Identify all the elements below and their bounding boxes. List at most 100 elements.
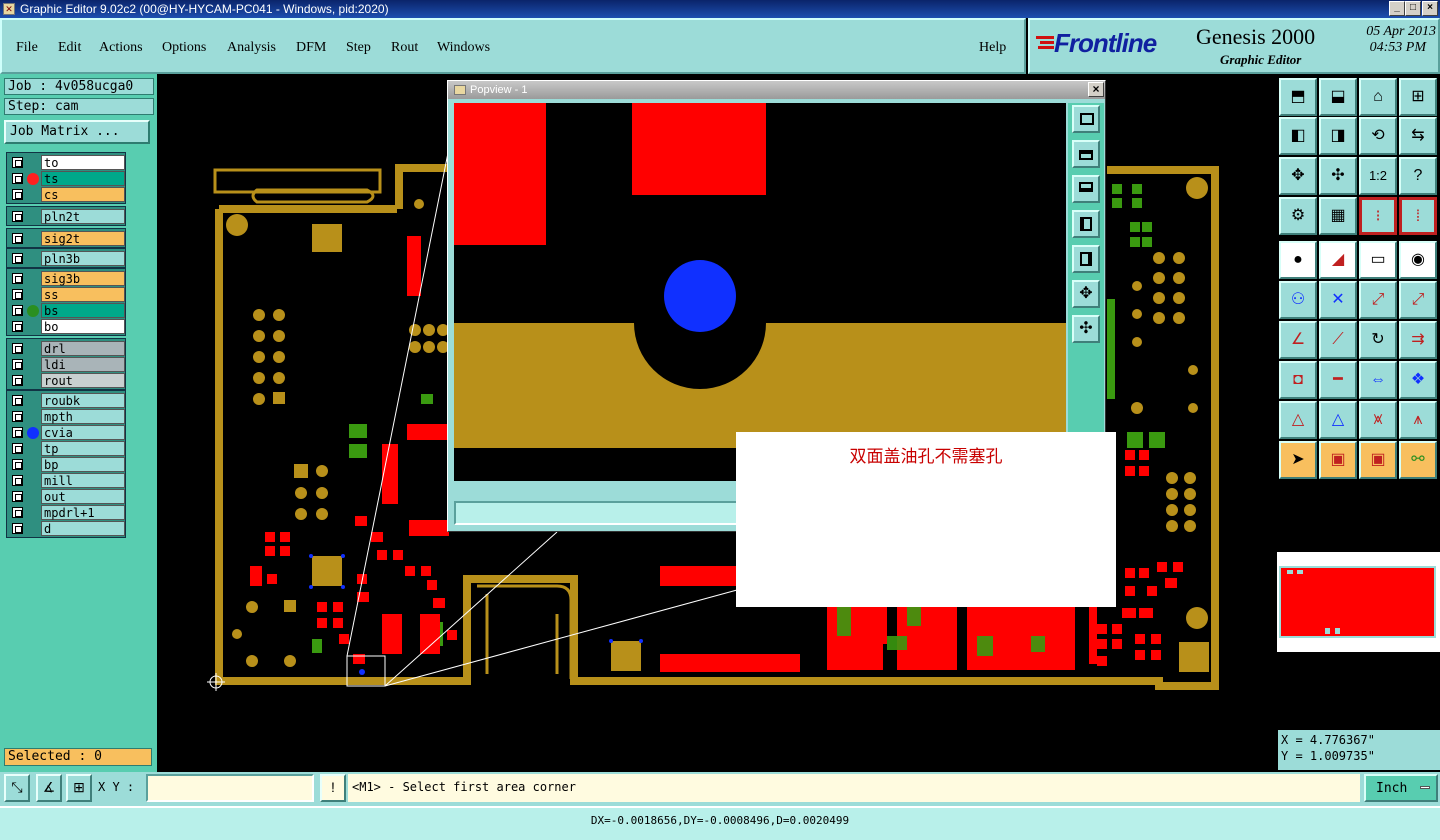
zoom-ratio-icon[interactable]: 1:2 xyxy=(1359,157,1397,195)
layer-row-rout[interactable]: rout xyxy=(7,373,127,389)
home-icon[interactable]: ⌂ xyxy=(1359,78,1397,116)
layer-name[interactable]: mill xyxy=(41,473,125,488)
minimize-button[interactable]: _ xyxy=(1389,1,1405,16)
redraw-icon[interactable]: ⟲ xyxy=(1359,117,1397,155)
group-icon[interactable]: ❖ xyxy=(1399,361,1437,399)
layer-row-mpth[interactable]: mpth xyxy=(7,409,127,425)
select-area-icon[interactable]: ◉ xyxy=(1399,241,1437,279)
pointer-icon[interactable]: ➤ xyxy=(1279,441,1317,479)
layer-row-pln3b[interactable]: pln3b xyxy=(7,251,127,267)
layer-row-ss[interactable]: ss xyxy=(7,287,127,303)
grid-icon[interactable]: ▦ xyxy=(1319,197,1357,235)
layer-checkbox[interactable] xyxy=(12,343,23,354)
layer-row-bo[interactable]: bo xyxy=(7,319,127,335)
job-matrix-button[interactable]: Job Matrix ... xyxy=(4,120,150,144)
grid-snap-icon[interactable]: ⊞ xyxy=(66,774,92,802)
popview-fit-icon[interactable]: ✥ xyxy=(1072,280,1100,308)
popview-pan-left-icon[interactable] xyxy=(1072,210,1100,238)
line-split-icon[interactable]: ━ xyxy=(1319,361,1357,399)
alert-icon[interactable]: ! xyxy=(320,774,346,802)
pan-right-icon[interactable]: ◨ xyxy=(1319,117,1357,155)
layer-checkbox[interactable] xyxy=(12,157,23,168)
layer-row-cvia[interactable]: cvia xyxy=(7,425,127,441)
layer-checkbox[interactable] xyxy=(12,411,23,422)
layer-name[interactable]: ss xyxy=(41,287,125,302)
layer-row-sig2t[interactable]: sig2t xyxy=(7,231,127,247)
layer-row-d[interactable]: d xyxy=(7,521,127,537)
menu-windows[interactable]: Windows xyxy=(437,40,490,56)
popview-pan-down-icon[interactable] xyxy=(1072,175,1100,203)
pointer-select-icon[interactable]: ▣ xyxy=(1359,441,1397,479)
slope-icon[interactable]: ⟋ xyxy=(1319,321,1357,359)
layer-checkbox[interactable] xyxy=(12,507,23,518)
swap-icon[interactable]: ⇆ xyxy=(1399,117,1437,155)
layer-checkbox[interactable] xyxy=(12,475,23,486)
layer-name[interactable]: drl xyxy=(41,341,125,356)
layer-row-ldi[interactable]: ldi xyxy=(7,357,127,373)
layer-name[interactable]: roubk xyxy=(41,393,125,408)
layer-checkbox[interactable] xyxy=(12,359,23,370)
popview-pan-right-icon[interactable] xyxy=(1072,245,1100,273)
layer-checkbox[interactable] xyxy=(12,211,23,222)
layer-row-out[interactable]: out xyxy=(7,489,127,505)
menu-rout[interactable]: Rout xyxy=(391,40,418,56)
angle-icon[interactable]: ∠ xyxy=(1279,321,1317,359)
triangle-alt-icon[interactable]: △ xyxy=(1319,401,1357,439)
minimap[interactable] xyxy=(1277,552,1440,652)
layer-checkbox[interactable] xyxy=(12,273,23,284)
popview-title-bar[interactable]: Popview - 1 × xyxy=(448,81,1105,99)
layer-name[interactable]: bo xyxy=(41,319,125,334)
layer-name[interactable]: pln2t xyxy=(41,209,125,224)
menu-step[interactable]: Step xyxy=(346,40,371,56)
layer-checkbox[interactable] xyxy=(12,443,23,454)
layer-checkbox[interactable] xyxy=(12,427,23,438)
menu-analysis[interactable]: Analysis xyxy=(227,40,276,56)
layer-name[interactable]: to xyxy=(41,155,125,170)
help-icon[interactable]: ? xyxy=(1399,157,1437,195)
layer-row-mill[interactable]: mill xyxy=(7,473,127,489)
layer-checkbox[interactable] xyxy=(12,305,23,316)
snap-alt-icon[interactable]: ⁞ xyxy=(1399,197,1437,235)
pointer-net-icon[interactable]: ⚯ xyxy=(1399,441,1437,479)
zoom-center-icon[interactable]: ✣ xyxy=(1319,157,1357,195)
layer-checkbox[interactable] xyxy=(12,523,23,534)
xy-input[interactable] xyxy=(146,774,314,802)
layer-name[interactable]: mpth xyxy=(41,409,125,424)
layer-checkbox[interactable] xyxy=(12,289,23,300)
zoom-fit-icon[interactable]: ✥ xyxy=(1279,157,1317,195)
layer-row-ts[interactable]: ts xyxy=(7,171,127,187)
triangle-icon[interactable]: △ xyxy=(1279,401,1317,439)
layer-name[interactable]: ts xyxy=(41,171,125,186)
layer-row-bs[interactable]: bs xyxy=(7,303,127,319)
arch-alt-icon[interactable]: ⩚ xyxy=(1399,401,1437,439)
delete-icon[interactable]: ✕ xyxy=(1319,281,1357,319)
maximize-button[interactable]: □ xyxy=(1405,1,1421,16)
layer-checkbox[interactable] xyxy=(12,459,23,470)
layer-row-sig3b[interactable]: sig3b xyxy=(7,271,127,287)
popview-zoom-canvas[interactable] xyxy=(454,103,1066,481)
layer-name[interactable]: cvia xyxy=(41,425,125,440)
popview-pan-up-icon[interactable] xyxy=(1072,140,1100,168)
add-line-icon[interactable]: ◢ xyxy=(1319,241,1357,279)
layer-row-cs[interactable]: cs xyxy=(7,187,127,203)
popview-home-icon[interactable]: ✣ xyxy=(1072,315,1100,343)
close-button[interactable]: × xyxy=(1422,1,1438,16)
popview-zoom-in-icon[interactable] xyxy=(1072,105,1100,133)
snap-icon[interactable]: ⁝ xyxy=(1359,197,1397,235)
mirror-icon[interactable]: ⇉ xyxy=(1399,321,1437,359)
zoom-bottom-icon[interactable]: ⬓ xyxy=(1319,78,1357,116)
layer-name[interactable]: cs xyxy=(41,187,125,202)
rotate-icon[interactable]: ↻ xyxy=(1359,321,1397,359)
units-select[interactable]: Inch xyxy=(1364,774,1438,802)
resize-icon[interactable]: ⤢ xyxy=(1399,281,1437,319)
layer-checkbox[interactable] xyxy=(12,321,23,332)
layer-row-drl[interactable]: drl xyxy=(7,341,127,357)
copy-icon[interactable]: ⤢ xyxy=(1359,281,1397,319)
layer-name[interactable]: mpdrl+1 xyxy=(41,505,125,520)
menu-file[interactable]: File xyxy=(16,40,38,56)
layer-name[interactable]: sig2t xyxy=(41,231,125,246)
layer-name[interactable]: sig3b xyxy=(41,271,125,286)
layer-checkbox[interactable] xyxy=(12,491,23,502)
menu-actions[interactable]: Actions xyxy=(99,40,143,56)
layer-checkbox[interactable] xyxy=(12,173,23,184)
